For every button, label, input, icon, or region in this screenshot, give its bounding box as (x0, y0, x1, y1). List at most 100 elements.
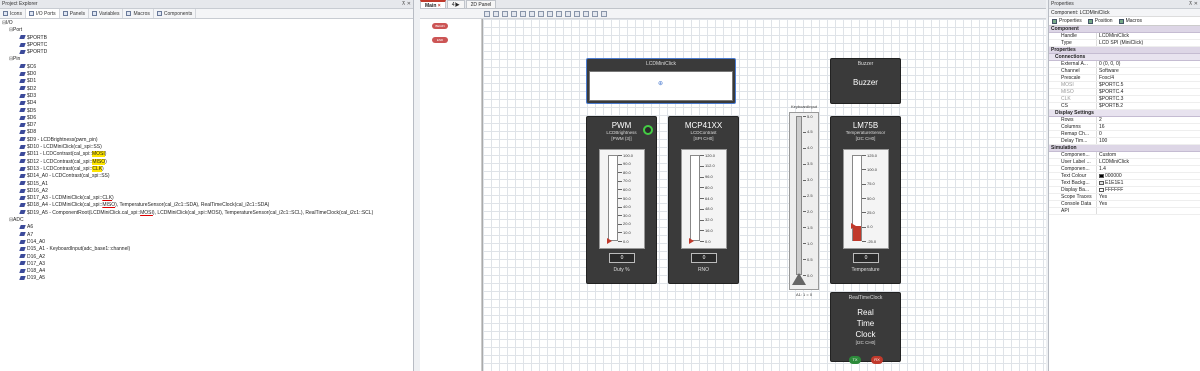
flip-icon[interactable] (574, 10, 580, 17)
property-row[interactable]: External A... 0 (0, 0, 0) (1049, 61, 1200, 68)
tree-item[interactable]: D14_A0 (0, 239, 413, 246)
group-icon[interactable] (583, 10, 589, 17)
move-icon[interactable] (601, 10, 607, 17)
color-swatch-icon[interactable] (1099, 173, 1104, 178)
tree-item[interactable]: $D3 (0, 93, 413, 100)
tree-item[interactable]: $D2 (0, 86, 413, 93)
pwm-gauge[interactable]: 100.0 90.0 80.0 70.0 60.0 50.0 40.0 30.0 20.0 10.… (599, 149, 645, 249)
property-row[interactable]: Componen... 1.4 (1049, 166, 1200, 173)
slider-knob-icon[interactable] (792, 273, 806, 285)
zoom-fit-icon[interactable] (520, 10, 526, 17)
tab-macros[interactable]: Macros (1116, 18, 1145, 24)
lm75-gauge[interactable]: 125.0 100.0 75.0 50.0 25.0 0.0 -25.0 (843, 149, 889, 249)
property-value[interactable]: LCDMiniClick (1097, 159, 1200, 165)
property-value[interactable]: Fosc/4 (1097, 75, 1200, 81)
tab-panels[interactable]: Panels (60, 9, 89, 18)
property-row[interactable]: CLK $PORTC.3 (1049, 96, 1200, 103)
tab-position[interactable]: Position (1085, 18, 1116, 24)
pan-tool-icon[interactable] (493, 10, 499, 17)
tree-item[interactable]: A7 (0, 232, 413, 239)
tree-item[interactable]: $D8 (0, 129, 413, 136)
property-row[interactable]: Columns 16 (1049, 124, 1200, 131)
rotate-icon[interactable] (565, 10, 571, 17)
tree-item[interactable]: ⊟Port (0, 27, 413, 34)
tree-item[interactable]: ⊟ADC (0, 217, 413, 224)
snap-icon[interactable] (547, 10, 553, 17)
property-row[interactable]: Console Data Yes (1049, 201, 1200, 208)
property-row[interactable]: Channel Software (1049, 68, 1200, 75)
property-row[interactable]: Text Backg... E1E1E1 (1049, 180, 1200, 187)
tree-item[interactable]: $D17_A3 - LCDMiniClick(cal_spi::CLK) (0, 195, 413, 202)
pin-icon[interactable]: ⊼ ✕ (402, 0, 411, 9)
property-row[interactable]: Scope Traces Yes (1049, 194, 1200, 201)
tree-item[interactable]: D15_A1 - KeyboardInput(adc_base1::channe… (0, 246, 413, 253)
property-value[interactable]: $PORTC.4 (1097, 89, 1200, 95)
property-value[interactable]: Yes (1097, 194, 1200, 200)
color-swatch-icon[interactable] (1099, 187, 1104, 192)
tree-item[interactable]: $PORTB (0, 35, 413, 42)
property-value[interactable]: Software (1097, 68, 1200, 74)
property-value[interactable]: LCDMiniClick (1097, 33, 1200, 39)
property-value[interactable]: FFFFFF (1097, 187, 1200, 193)
tree-item[interactable]: $PORTD (0, 49, 413, 56)
tree-item[interactable]: D19_A5 (0, 275, 413, 282)
property-row[interactable]: Handle LCDMiniClick (1049, 33, 1200, 40)
property-value[interactable]: Yes (1097, 201, 1200, 207)
ungroup-icon[interactable] (592, 10, 598, 17)
tree-item[interactable]: $D18_A4 - LCDMiniClick(cal_spi::MISO), T… (0, 202, 413, 209)
tree-item[interactable]: D18_A4 (0, 268, 413, 275)
property-value[interactable]: $PORTC.5 (1097, 82, 1200, 88)
property-row[interactable]: Delay Tim... 100 (1049, 138, 1200, 145)
property-group[interactable]: Simulation (1049, 145, 1200, 152)
move-handle-icon[interactable]: ⊕ (658, 80, 663, 87)
tree-item[interactable]: $PORTC (0, 42, 413, 49)
keyboard-slider[interactable]: 5.0 4.5 4.0 3.5 3.0 2.5 2.0 1.5 1.0 0.5 0.0 (789, 112, 819, 290)
zoom-in-icon[interactable] (502, 10, 508, 17)
tree-item[interactable]: $D7 (0, 122, 413, 129)
zoom-out-icon[interactable] (511, 10, 517, 17)
property-row[interactable]: Prescale Fosc/4 (1049, 75, 1200, 82)
property-value[interactable]: 100 (1097, 138, 1200, 144)
camera-icon[interactable] (556, 10, 562, 17)
property-value[interactable]: 1.4 (1097, 166, 1200, 172)
close-icon[interactable]: × (438, 3, 441, 9)
select-tool-icon[interactable] (484, 10, 490, 17)
property-group[interactable]: Display Settings (1049, 110, 1200, 117)
tab-components[interactable]: Components (154, 9, 197, 18)
end-block[interactable]: END (432, 37, 448, 43)
property-group[interactable]: Properties (1049, 47, 1200, 54)
tree-item[interactable]: $D10 - LCDMiniClick(cal_spi::SS) (0, 144, 413, 151)
property-row[interactable]: Type LCD SPI (MiniClick) (1049, 40, 1200, 47)
property-group[interactable]: Component (1049, 26, 1200, 33)
tree-item[interactable]: $D15_A1 (0, 181, 413, 188)
align-icon[interactable] (529, 10, 535, 17)
property-value[interactable]: LCD SPI (MiniClick) (1097, 40, 1200, 46)
tab-variables[interactable]: Variables (89, 9, 124, 18)
property-value[interactable]: 0 (0, 0, 0) (1097, 61, 1200, 67)
tab-2d-panel[interactable]: 2D Panel (465, 0, 497, 8)
tree-item[interactable]: $D14_A0 - LCDContrast(cal_spi::SS) (0, 173, 413, 180)
pin-icon[interactable]: ⊼ ✕ (1189, 0, 1198, 9)
lm75b-component[interactable]: LM75B TemperatureSensor [I2C CH0] 125.0 1… (830, 116, 901, 284)
property-value[interactable]: 16 (1097, 124, 1200, 130)
mcp-gauge[interactable]: 120.0 112.0 96.0 80.0 64.0 48.0 32.0 16.0 0.0 (681, 149, 727, 249)
grid-icon[interactable] (538, 10, 544, 17)
gauge-pointer-icon[interactable] (851, 223, 856, 230)
tree-item[interactable]: $D16_A2 (0, 188, 413, 195)
tree-item[interactable]: ⊟I/O (0, 20, 413, 27)
property-value[interactable]: $PORTB.2 (1097, 103, 1200, 109)
property-group[interactable]: Connections (1049, 54, 1200, 61)
color-swatch-icon[interactable] (1099, 180, 1104, 185)
buzzer-component[interactable]: Buzzer Buzzer (830, 58, 901, 104)
panel-canvas[interactable]: LCDMiniClick ⊕ Buzzer Buzzer PWM LCDBrig… (482, 19, 1046, 371)
tree-item[interactable]: $D19_A5 - ComponentRoot(LCDMiniClick.cal… (0, 210, 413, 217)
tree-item[interactable]: $C6 (0, 64, 413, 71)
property-value[interactable]: 2 (1097, 117, 1200, 123)
property-row[interactable]: Display Ba... FFFFFF (1049, 187, 1200, 194)
property-row[interactable]: MISO $PORTC.4 (1049, 89, 1200, 96)
gauge-pointer-icon[interactable] (607, 238, 612, 244)
lcd-miniclick-component[interactable]: LCDMiniClick ⊕ (586, 58, 736, 104)
mcp41xx-component[interactable]: MCP41XX LCDContrast [SPI CH0] 120.0 112.0… (668, 116, 739, 284)
tree-item[interactable]: $D9 - LCDBrightness(pwm_pin) (0, 137, 413, 144)
tree-item[interactable]: A6 (0, 224, 413, 231)
